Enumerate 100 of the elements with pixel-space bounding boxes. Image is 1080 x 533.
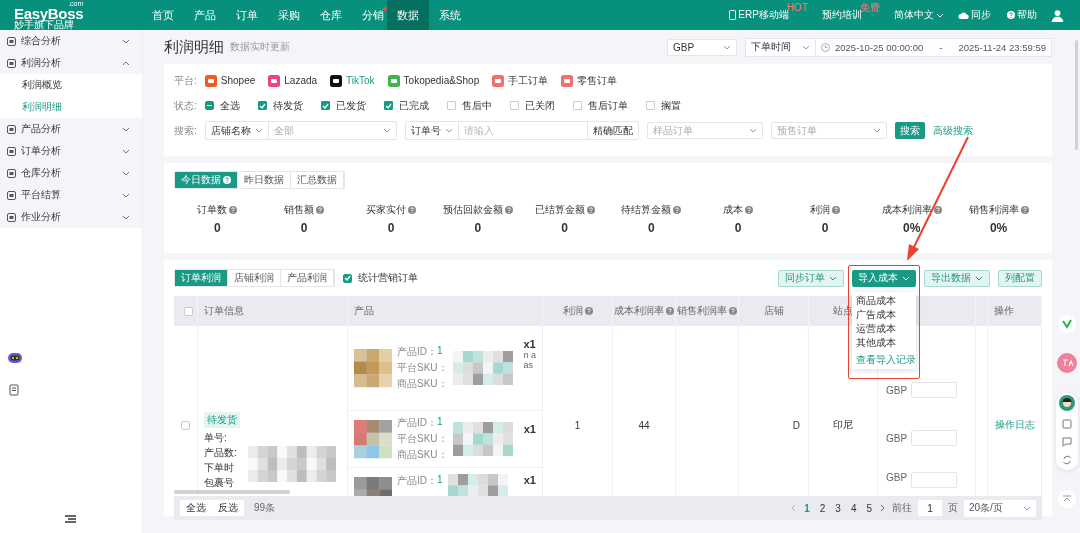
stats-tab[interactable]: 今日数据 xyxy=(175,172,238,188)
column-header: 利润 xyxy=(562,304,583,318)
checkbox[interactable] xyxy=(446,101,456,110)
platform-option[interactable]: 零售订单 xyxy=(561,73,618,88)
platform-option[interactable]: Lazada xyxy=(268,74,318,87)
search-button[interactable]: 搜索 xyxy=(894,122,925,139)
match-mode-button[interactable]: 精确匹配 xyxy=(587,122,638,139)
checkbox[interactable] xyxy=(257,101,267,110)
avatar-icon[interactable] xyxy=(1059,395,1075,411)
order-search-field[interactable]: 订单号 请输入 精确匹配 xyxy=(404,121,639,140)
help-icon xyxy=(408,206,416,214)
checkbox[interactable] xyxy=(572,101,582,110)
shop-type-select[interactable]: 店铺名称 xyxy=(205,122,269,139)
header-link[interactable]: 同步 xyxy=(958,8,991,22)
select-all-button[interactable]: 全选 xyxy=(180,500,212,516)
checkbox[interactable] xyxy=(343,273,352,283)
nav-menu-item[interactable]: 首页 xyxy=(142,0,184,30)
marketing-checkbox[interactable]: 统计营销订单 xyxy=(343,271,418,285)
platform-option[interactable]: 手工订单 xyxy=(492,73,549,88)
page-number[interactable]: 2 xyxy=(817,502,828,514)
menu-item[interactable]: 运营成本 xyxy=(852,321,916,336)
status-checkbox[interactable]: 已发货 xyxy=(320,98,366,113)
page-title: 利润明细 xyxy=(164,37,224,57)
platform-option[interactable]: Tokopedia&Shop xyxy=(387,74,480,87)
filter-label: 搜索: xyxy=(174,123,197,138)
operation-log-link[interactable]: 操作日志 xyxy=(994,418,1035,432)
nav-menu-item[interactable]: 系统 xyxy=(429,0,471,30)
platform-option[interactable]: Shopee xyxy=(204,74,256,87)
nav-menu-item[interactable]: 产品 xyxy=(184,0,226,30)
next-page-icon[interactable] xyxy=(880,504,886,512)
user-avatar-icon[interactable] xyxy=(1051,8,1064,22)
status-checkbox[interactable]: 已完成 xyxy=(383,98,429,113)
sidebar-item[interactable]: 仓库分析 xyxy=(0,162,142,184)
nav-menu-item[interactable]: 订单 xyxy=(226,0,268,30)
menu-item[interactable]: 商品成本 xyxy=(852,293,916,308)
chevron-down-icon xyxy=(382,128,391,133)
menu-item[interactable]: 其他成本 xyxy=(852,335,916,350)
profit-tab[interactable]: 产品利润 xyxy=(281,270,334,286)
advanced-search-link[interactable]: 高级搜索 xyxy=(932,123,973,138)
cost-input[interactable] xyxy=(911,472,958,488)
page-size-select[interactable]: 20条/页 xyxy=(964,499,1036,517)
page-number[interactable]: 4 xyxy=(848,502,859,514)
currency-select[interactable]: GBP xyxy=(667,38,737,56)
nav-menu-item[interactable]: 采购 xyxy=(268,0,310,30)
translate-icon[interactable] xyxy=(1057,353,1077,373)
cost-input[interactable] xyxy=(911,430,958,446)
checkbox[interactable] xyxy=(184,306,193,316)
help-icon xyxy=(745,206,754,214)
sidebar-item[interactable]: 平台结算 xyxy=(0,184,142,206)
menu-item[interactable]: 查看导入记录 xyxy=(852,352,916,367)
previous-page-icon[interactable] xyxy=(790,504,797,512)
page-number[interactable]: 5 xyxy=(864,502,874,514)
cost-input[interactable] xyxy=(911,382,958,398)
checkbox[interactable] xyxy=(204,101,214,110)
sidebar-item[interactable]: 作业分析 xyxy=(0,206,142,228)
order-type-select[interactable]: 订单号 xyxy=(405,122,459,139)
status-checkbox[interactable]: 售后订单 xyxy=(572,98,628,113)
vertical-scrollbar[interactable] xyxy=(1075,40,1078,150)
status-checkbox[interactable]: 全选 xyxy=(204,98,240,113)
nav-menu-item[interactable]: 数据 xyxy=(387,0,429,30)
profit-tab[interactable]: 订单利润 xyxy=(175,270,228,286)
stats-tab[interactable]: 昨日数据 xyxy=(238,172,291,188)
shop-search-field[interactable]: 店铺名称 全部 xyxy=(204,121,397,140)
chevron-down-icon xyxy=(122,192,130,198)
platform-option[interactable]: TikTok xyxy=(330,74,375,87)
stats-tab[interactable]: 汇总数据 xyxy=(291,172,344,188)
status-checkbox[interactable]: 已关闭 xyxy=(509,98,555,113)
chevron-down-icon xyxy=(1023,505,1031,511)
checkbox[interactable] xyxy=(509,101,519,110)
nav-menu-item[interactable]: 仓库 xyxy=(310,0,352,30)
check-logo-icon[interactable] xyxy=(1058,315,1076,333)
checkbox[interactable] xyxy=(320,101,330,110)
page-input[interactable]: 1 xyxy=(918,500,942,516)
quantity: x1 xyxy=(523,338,536,350)
checkbox[interactable] xyxy=(645,101,655,110)
sidebar-item[interactable]: 利润分析 xyxy=(0,52,142,74)
checkbox[interactable] xyxy=(181,420,190,430)
header-link[interactable]: ERP移动端 xyxy=(729,8,789,22)
sidebar-item[interactable]: 综合分析 xyxy=(0,30,142,52)
horizontal-scrollbar[interactable] xyxy=(174,490,290,494)
status-checkbox[interactable]: 搁置 xyxy=(645,98,681,113)
sidebar-item[interactable]: 产品分析 xyxy=(0,118,142,140)
refresh-icon[interactable] xyxy=(1062,455,1072,465)
menu-item[interactable]: 广告成本 xyxy=(852,307,916,322)
profit-tab[interactable]: 店铺利润 xyxy=(228,270,281,286)
header-link[interactable]: 预约培训 xyxy=(822,8,862,22)
header-link[interactable]: 简体中文 xyxy=(894,8,944,22)
sidebar-item[interactable]: 订单分析 xyxy=(0,140,142,162)
status-checkbox[interactable]: 售后中 xyxy=(446,98,492,113)
chat-icon[interactable] xyxy=(1062,437,1072,447)
faq-icon[interactable] xyxy=(1062,419,1072,429)
status-checkbox[interactable]: 待发货 xyxy=(257,98,303,113)
logo-text[interactable]: EasyBoss xyxy=(14,7,84,20)
collapse-menu-icon[interactable] xyxy=(65,515,76,523)
toolbar-button[interactable]: 导入成本 xyxy=(852,269,916,287)
invert-selection-button[interactable]: 反选 xyxy=(212,500,244,516)
checkbox[interactable] xyxy=(383,101,393,110)
page-number[interactable]: 3 xyxy=(833,502,843,514)
back-to-top-icon[interactable] xyxy=(1058,490,1076,508)
header-link[interactable]: 帮助 xyxy=(1005,8,1037,22)
